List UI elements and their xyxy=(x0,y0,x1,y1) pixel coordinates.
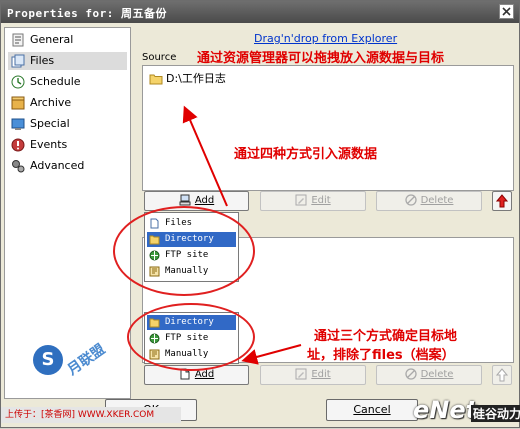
upload-watermark: 上传于：[茶香网] WWW.XKER.COM xyxy=(1,407,181,423)
properties-dialog: Properties for: 周五备份 General Files Sched… xyxy=(0,0,520,428)
annotation-bottom-line2: 址，排除了files（档案） xyxy=(307,348,455,363)
enet-logo-watermark: eNet xyxy=(413,396,478,424)
site-logo-watermark: S xyxy=(33,345,63,375)
annotation-top: 通过资源管理器可以拖拽放入源数据与目标 xyxy=(197,51,445,66)
annotation-middle: 通过四种方式引入源数据 xyxy=(234,147,378,162)
cancel-label: Cancel xyxy=(353,403,391,416)
arrow-to-destination-menu xyxy=(241,344,302,365)
arrow-to-source-list xyxy=(182,105,228,207)
enet-sub-watermark: 硅谷动力 xyxy=(471,405,520,422)
annotation-bottom-line1: 通过三个方式确定目标地 xyxy=(314,329,458,344)
cancel-button[interactable]: Cancel xyxy=(326,399,418,421)
